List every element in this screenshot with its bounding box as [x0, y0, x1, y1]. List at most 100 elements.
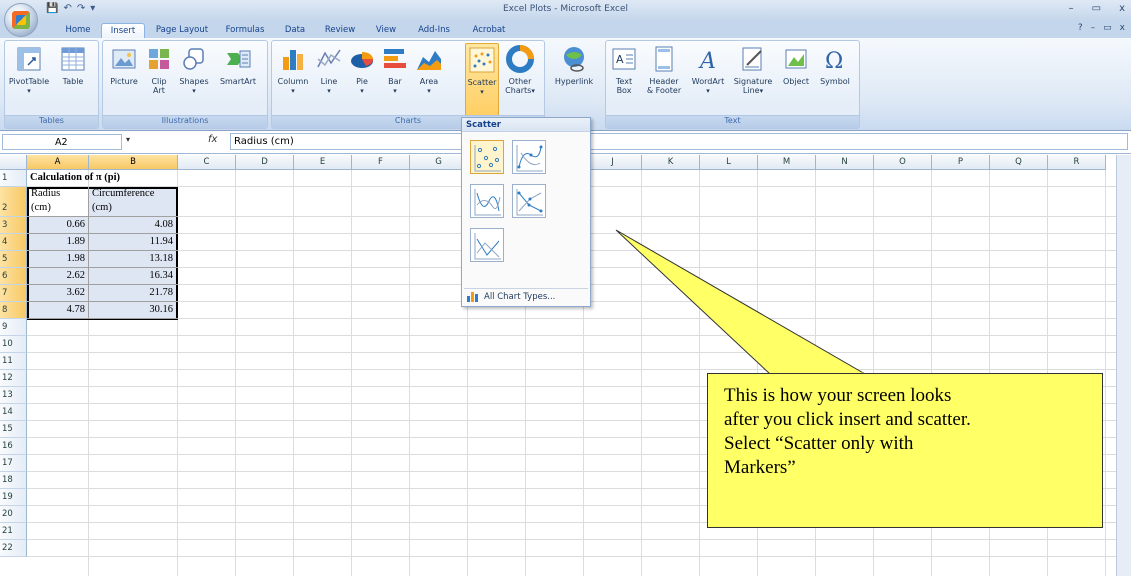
cell-radius-value[interactable]: 1.89: [27, 236, 87, 251]
select-all-corner[interactable]: [0, 155, 27, 170]
smartart-button[interactable]: SmartArt: [215, 45, 261, 86]
cell-radius-value[interactable]: 2.62: [27, 270, 87, 285]
row-header-17[interactable]: 17: [0, 455, 27, 472]
text-box-button[interactable]: A Text Box: [609, 45, 639, 95]
tab-data[interactable]: Data: [276, 23, 314, 38]
close-button[interactable]: x: [1119, 3, 1125, 14]
cell-circumference-value[interactable]: 11.94: [89, 236, 175, 251]
cell-circumference-value[interactable]: 21.78: [89, 287, 175, 302]
workbook-minimize-button[interactable]: –: [1091, 23, 1096, 33]
tab-acrobat[interactable]: Acrobat: [462, 23, 516, 38]
scatter-smooth-lines-markers-option[interactable]: [512, 140, 546, 174]
wordart-button[interactable]: A WordArt ▾: [688, 45, 728, 96]
scatter-smooth-lines-option[interactable]: [470, 184, 504, 218]
table-button[interactable]: Table: [53, 45, 93, 86]
row-header-20[interactable]: 20: [0, 506, 27, 523]
cell-b2-line1[interactable]: Circumference: [92, 188, 175, 202]
object-button[interactable]: Object: [778, 45, 814, 86]
area-chart-button[interactable]: Area ▾: [413, 45, 445, 96]
bar-chart-button[interactable]: Bar ▾: [380, 45, 410, 96]
formula-input[interactable]: Radius (cm): [230, 133, 1128, 150]
row-header-5[interactable]: 5: [0, 251, 27, 268]
column-header-o[interactable]: O: [874, 155, 932, 170]
restore-button[interactable]: ▭: [1092, 3, 1101, 14]
cell-a2-line2[interactable]: (cm): [31, 202, 87, 216]
row-header-9[interactable]: 9: [0, 319, 27, 336]
other-charts-button[interactable]: Other Charts▾: [502, 45, 538, 96]
symbol-button[interactable]: Ω Symbol: [816, 45, 854, 86]
column-header-g[interactable]: G: [410, 155, 468, 170]
row-header-15[interactable]: 15: [0, 421, 27, 438]
row-header-2[interactable]: 2: [0, 187, 27, 217]
column-header-d[interactable]: D: [236, 155, 294, 170]
hyperlink-button[interactable]: Hyperlink: [552, 45, 596, 86]
office-button[interactable]: [4, 3, 38, 37]
cell-circumference-value[interactable]: 30.16: [89, 304, 175, 319]
cell-circumference-value[interactable]: 13.18: [89, 253, 175, 268]
tab-home[interactable]: Home: [58, 23, 98, 38]
column-header-b[interactable]: B: [89, 155, 178, 170]
row-header-10[interactable]: 10: [0, 336, 27, 353]
tab-insert[interactable]: Insert: [101, 23, 145, 38]
signature-line-button[interactable]: Signature Line▾: [730, 45, 776, 96]
row-header-6[interactable]: 6: [0, 268, 27, 285]
line-chart-button[interactable]: Line ▾: [313, 45, 345, 96]
row-header-22[interactable]: 22: [0, 540, 27, 557]
column-header-j[interactable]: J: [584, 155, 642, 170]
cell-radius-value[interactable]: 3.62: [27, 287, 87, 302]
cell-b2-line2[interactable]: (cm): [92, 202, 175, 216]
tab-formulas[interactable]: Formulas: [218, 23, 272, 38]
tab-add-ins[interactable]: Add-Ins: [409, 23, 459, 38]
scatter-chart-button[interactable]: Scatter ▾: [465, 43, 499, 116]
row-header-14[interactable]: 14: [0, 404, 27, 421]
cell-a2-line1[interactable]: Radius: [31, 188, 87, 202]
row-header-11[interactable]: 11: [0, 353, 27, 370]
column-header-n[interactable]: N: [816, 155, 874, 170]
column-header-e[interactable]: E: [294, 155, 352, 170]
scatter-straight-lines-option[interactable]: [470, 228, 504, 262]
tab-view[interactable]: View: [366, 23, 406, 38]
column-header-p[interactable]: P: [932, 155, 990, 170]
row-header-13[interactable]: 13: [0, 387, 27, 404]
row-header-3[interactable]: 3: [0, 217, 27, 234]
vertical-scrollbar[interactable]: [1116, 155, 1131, 576]
cell-circumference-value[interactable]: 16.34: [89, 270, 175, 285]
insert-function-icon[interactable]: fx: [208, 134, 217, 145]
row-header-4[interactable]: 4: [0, 234, 27, 251]
workbook-restore-button[interactable]: ▭: [1103, 23, 1112, 33]
row-header-21[interactable]: 21: [0, 523, 27, 540]
column-header-a[interactable]: A: [27, 155, 89, 170]
cell-a1-title[interactable]: Calculation of π (pi): [30, 172, 210, 187]
column-header-c[interactable]: C: [178, 155, 236, 170]
column-header-r[interactable]: R: [1048, 155, 1106, 170]
clip-art-button[interactable]: Clip Art: [144, 45, 174, 95]
row-header-16[interactable]: 16: [0, 438, 27, 455]
cell-radius-value[interactable]: 1.98: [27, 253, 87, 268]
minimize-button[interactable]: –: [1069, 3, 1074, 14]
row-header-1[interactable]: 1: [0, 170, 27, 187]
column-header-k[interactable]: K: [642, 155, 700, 170]
row-header-12[interactable]: 12: [0, 370, 27, 387]
row-header-8[interactable]: 8: [0, 302, 27, 319]
tab-page-layout[interactable]: Page Layout: [150, 23, 214, 38]
column-header-m[interactable]: M: [758, 155, 816, 170]
row-header-18[interactable]: 18: [0, 472, 27, 489]
scatter-straight-lines-markers-option[interactable]: [512, 184, 546, 218]
column-chart-button[interactable]: Column ▾: [275, 45, 311, 96]
header-footer-button[interactable]: Header & Footer: [642, 45, 686, 95]
row-header-19[interactable]: 19: [0, 489, 27, 506]
all-chart-types-item[interactable]: All Chart Types...: [466, 291, 555, 302]
pie-chart-button[interactable]: Pie ▾: [347, 45, 377, 96]
column-header-q[interactable]: Q: [990, 155, 1048, 170]
name-box-dropdown-icon[interactable]: ▾: [126, 135, 130, 144]
pivottable-button[interactable]: PivotTable ▾: [7, 45, 51, 96]
column-header-f[interactable]: F: [352, 155, 410, 170]
help-icon[interactable]: ?: [1078, 23, 1083, 33]
row-header-7[interactable]: 7: [0, 285, 27, 302]
cell-radius-value[interactable]: 0.66: [27, 219, 87, 234]
shapes-button[interactable]: Shapes ▾: [176, 45, 212, 96]
scatter-markers-only-option[interactable]: [470, 140, 504, 174]
name-box[interactable]: A2: [2, 134, 122, 150]
column-header-l[interactable]: L: [700, 155, 758, 170]
tab-review[interactable]: Review: [317, 23, 363, 38]
